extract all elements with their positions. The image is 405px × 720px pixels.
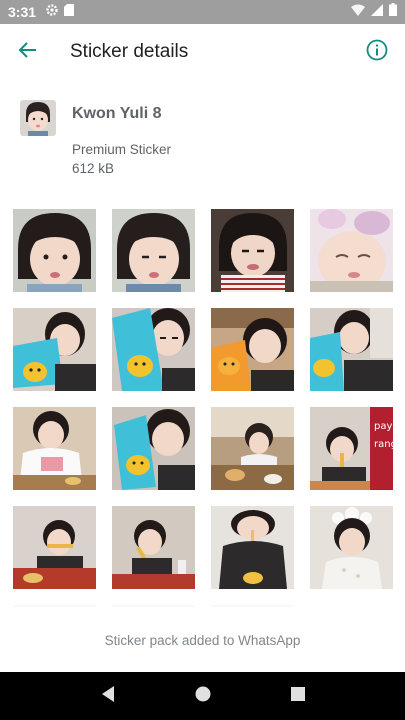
sticker-7[interactable] (211, 308, 294, 391)
sticker-3[interactable] (211, 209, 294, 292)
home-circle-icon (194, 685, 212, 708)
grid-fade (0, 592, 405, 608)
nav-home-button[interactable] (183, 676, 223, 716)
info-button[interactable] (349, 24, 405, 80)
back-triangle-icon (100, 685, 116, 708)
sticker-11[interactable] (211, 407, 294, 490)
nav-recents-button[interactable] (278, 676, 318, 716)
pack-type: Premium Sticker (72, 142, 172, 157)
sticker-16[interactable] (310, 506, 393, 589)
status-bar: 3:31 (0, 0, 405, 24)
sticker-15[interactable] (211, 506, 294, 589)
info-icon (366, 39, 388, 66)
recents-square-icon (290, 686, 306, 707)
sticker-4[interactable] (310, 209, 393, 292)
page-title: Sticker details (70, 41, 189, 62)
sticker-10[interactable] (112, 407, 195, 490)
footer: Sticker pack added to WhatsApp (0, 608, 405, 672)
arrow-back-icon (18, 40, 38, 65)
sticker-8[interactable] (310, 308, 393, 391)
status-time: 3:31 (8, 4, 37, 20)
sticker-14[interactable] (112, 506, 195, 589)
sticker-grid: pay rang (13, 209, 393, 607)
pack-thumbnail (20, 100, 56, 136)
signal-icon (371, 3, 383, 21)
back-button[interactable] (0, 24, 56, 80)
svg-text:pay: pay (374, 421, 392, 432)
pack-name: Kwon Yuli 8 (72, 105, 162, 122)
battery-icon (389, 3, 397, 21)
app-bar: Sticker details (0, 24, 405, 80)
sd-card-icon (64, 3, 75, 21)
sticker-9[interactable] (13, 407, 96, 490)
sticker-12[interactable]: pay rang (310, 407, 393, 490)
nav-back-button[interactable] (88, 676, 128, 716)
sticker-5[interactable] (13, 308, 96, 391)
sticker-6[interactable] (112, 308, 195, 391)
sticker-1[interactable] (13, 209, 96, 292)
sticker-2[interactable] (112, 209, 195, 292)
added-to-whatsapp-text: Sticker pack added to WhatsApp (104, 632, 301, 648)
sticker-13[interactable] (13, 506, 96, 589)
svg-text:rang: rang (374, 439, 393, 450)
settings-icon (46, 3, 58, 21)
nav-bar (0, 672, 405, 720)
pack-header: Kwon Yuli 8 Premium Sticker 612 kB (20, 100, 390, 185)
wifi-icon (351, 3, 365, 21)
pack-size: 612 kB (72, 161, 115, 176)
